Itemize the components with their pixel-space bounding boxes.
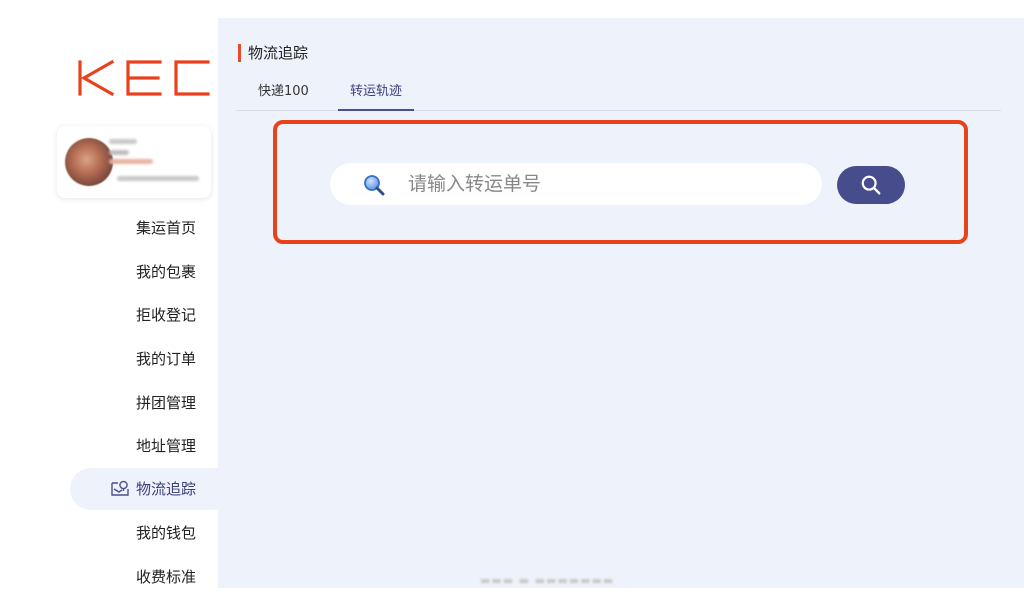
sidebar-item-home[interactable]: 集运首页 xyxy=(70,208,218,248)
user-profile-card[interactable] xyxy=(57,126,211,198)
sidebar-item-label: 我的包裹 xyxy=(135,263,196,281)
kec-logo xyxy=(78,59,210,97)
tab-transfer-track[interactable]: 转运轨迹 xyxy=(337,82,415,111)
sidebar-item-rejection-registration[interactable]: 拒收登记 xyxy=(70,295,218,335)
sidebar-item-label: 地址管理 xyxy=(135,437,196,455)
sidebar-item-pricing[interactable]: 收费标准 xyxy=(70,557,218,597)
sidebar-item-my-packages[interactable]: 我的包裹 xyxy=(70,252,218,292)
sidebar-item-label: 物流追踪 xyxy=(135,480,196,498)
sidebar-item-logistics-tracking[interactable]: 物流追踪 xyxy=(70,468,218,510)
sidebar-item-group-management[interactable]: 拼团管理 xyxy=(70,383,218,423)
sidebar-item-label: 我的钱包 xyxy=(135,524,196,542)
tab-kuaidi100[interactable]: 快递100 xyxy=(258,82,309,110)
search-icon xyxy=(861,175,881,195)
sidebar-item-address-management[interactable]: 地址管理 xyxy=(70,426,218,466)
map-pin-icon xyxy=(111,480,129,496)
tab-bar: 快递100 转运轨迹 xyxy=(236,82,1001,111)
avatar[interactable] xyxy=(65,138,113,186)
sidebar: 集运首页 我的包裹 拒收登记 我的订单 拼团管理 地址管理 物流追踪 我的钱包 … xyxy=(0,0,218,611)
sidebar-item-label: 我的订单 xyxy=(135,350,196,368)
tab-label: 转运轨迹 xyxy=(350,84,403,99)
tab-label: 快递100 xyxy=(258,84,309,99)
search-icon xyxy=(364,175,385,196)
search-button[interactable] xyxy=(837,166,905,204)
sidebar-item-label: 拒收登记 xyxy=(135,306,196,324)
sidebar-item-my-orders[interactable]: 我的订单 xyxy=(70,339,218,379)
page-title: 物流追踪 xyxy=(238,44,308,62)
sidebar-item-my-wallet[interactable]: 我的钱包 xyxy=(70,513,218,553)
sidebar-item-label: 集运首页 xyxy=(135,219,196,237)
sidebar-item-label: 收费标准 xyxy=(135,568,196,586)
footer-text-blurred: ▬▬▬ ▬ ▬▬▬▬▬▬▬ xyxy=(480,574,615,587)
sidebar-item-label: 拼团管理 xyxy=(135,394,196,412)
main-content: 物流追踪 快递100 转运轨迹 xyxy=(218,18,1024,588)
tracking-number-input[interactable] xyxy=(330,163,822,205)
